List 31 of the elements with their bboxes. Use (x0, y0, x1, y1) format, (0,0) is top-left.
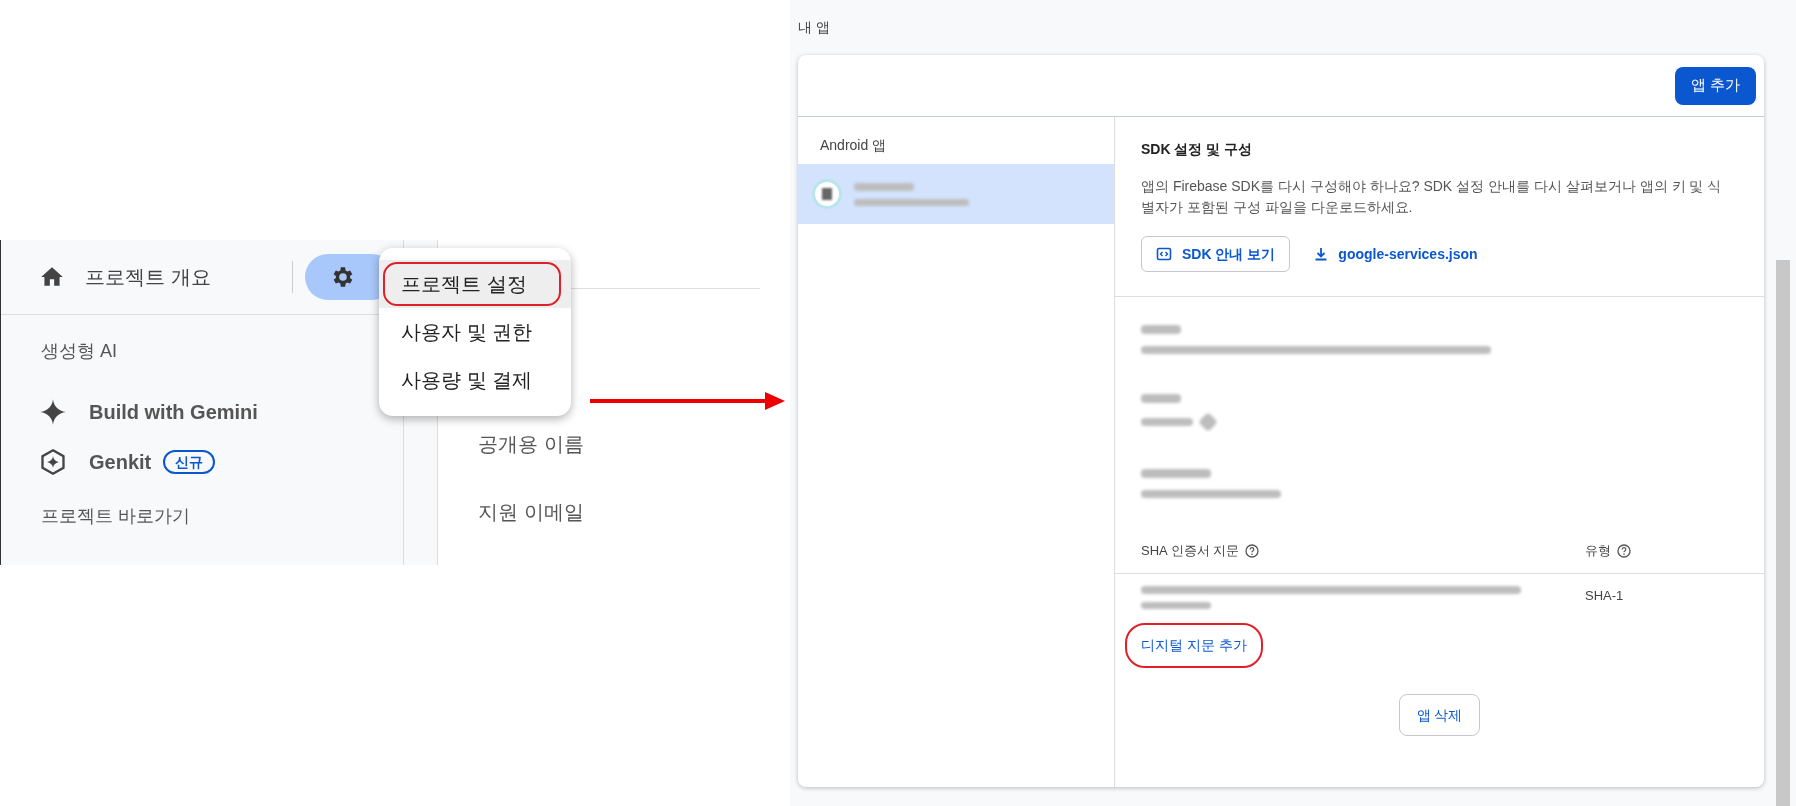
sdk-guide-button[interactable]: SDK 안내 보기 (1141, 236, 1291, 272)
page-title: 내 앱 (798, 18, 831, 37)
scrollbar[interactable] (1776, 260, 1790, 806)
column-header: SHA 인증서 지문 (1141, 541, 1240, 560)
hexagon-icon (39, 448, 67, 476)
app-avatar-icon (812, 179, 842, 209)
list-title: Android 앱 (819, 136, 888, 155)
menu-item[interactable]: 사용량 및 결제 (379, 356, 571, 404)
add-app-button[interactable]: 앱 추가 (1674, 66, 1756, 105)
table-cell-text: SHA-1 (1585, 587, 1624, 605)
add-fingerprint-link[interactable]: 디지털 지문 추가 (1125, 623, 1263, 668)
download-link[interactable]: google-services.json (1314, 243, 1478, 265)
help-icon[interactable] (1245, 543, 1260, 558)
section-title: 프로젝트 바로가기 (40, 505, 191, 528)
nav-item[interactable]: 프로젝트 개요 (85, 262, 211, 292)
sparkle-icon (39, 398, 67, 426)
code-icon (1156, 246, 1172, 262)
menu-item[interactable]: 프로젝트 설정 (379, 260, 571, 308)
field-label: 지원 이메일 (478, 500, 585, 526)
description-text: 앱의 Firebase SDK를 다시 구성해야 하나요? SDK 설정 안내를 다시 살펴보거나 앱의 키 및 식별자가 포함된 구성 파일을 다운로드하세요. (1141, 177, 1723, 217)
field-label: 공개용 이름 (478, 432, 585, 458)
nav-item[interactable]: Build with Gemini (89, 397, 258, 427)
section-title: 생성형 AI (40, 340, 118, 363)
menu-item[interactable]: 사용자 및 권한 (379, 308, 571, 356)
column-header: 유형 (1585, 541, 1611, 560)
delete-app-button[interactable]: 앱 삭제 (1398, 694, 1481, 736)
nav-item[interactable]: Genkit (89, 447, 152, 477)
download-icon (1314, 247, 1329, 261)
section-heading: SDK 설정 및 구성 (1141, 140, 1254, 159)
help-icon[interactable] (1617, 543, 1631, 558)
new-badge: 신규 (163, 450, 216, 474)
